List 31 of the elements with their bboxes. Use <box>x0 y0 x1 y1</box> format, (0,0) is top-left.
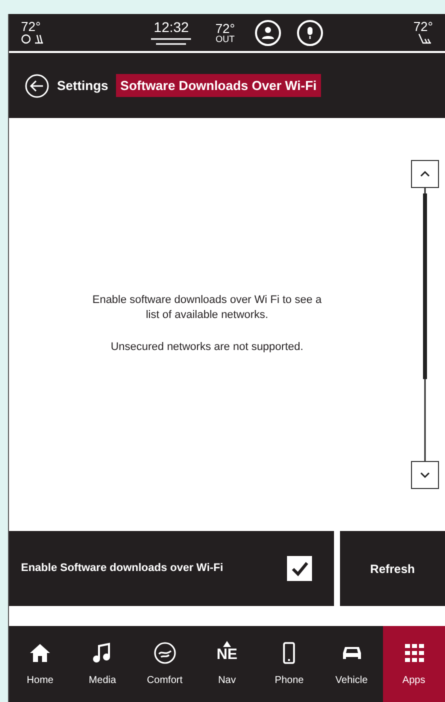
nav-tab[interactable]: Home <box>9 626 72 702</box>
scroll-down-button[interactable] <box>411 461 439 489</box>
back-button[interactable]: Settings <box>25 74 108 98</box>
clock-time: 12:32 <box>154 20 189 34</box>
nav-tab[interactable]: Phone <box>258 626 320 702</box>
passenger-temperature: 72° <box>413 20 433 33</box>
scrollbar-track[interactable] <box>421 188 429 461</box>
microphone-button[interactable] <box>297 20 323 46</box>
page-title: Software Downloads Over Wi-Fi <box>116 74 321 98</box>
outside-label: OUT <box>216 34 235 44</box>
seat-icon <box>417 33 433 45</box>
cabin-temperature: 72° <box>21 20 42 33</box>
nav-tab[interactable]: Media <box>71 626 134 702</box>
wifi-download-toggle[interactable]: Enable Software downloads over Wi-Fi <box>9 531 334 606</box>
compass-heading: NE <box>216 646 238 662</box>
checkbox[interactable] <box>287 556 312 581</box>
outside-temperature: 72° <box>215 22 235 34</box>
person-icon <box>261 26 275 40</box>
info-message: Enable software downloads over Wi Fi to see a list of available networks. <box>92 293 322 324</box>
nav-tab[interactable]: Comfort <box>134 626 196 702</box>
heated-seat-icon <box>21 33 45 45</box>
nav-tab[interactable]: NE Nav <box>196 626 258 702</box>
climate-icon <box>152 640 177 664</box>
profile-button[interactable] <box>255 20 281 46</box>
north-arrow-icon <box>222 640 231 646</box>
menu-lines-icon <box>151 38 192 46</box>
info-note: Unsecured networks are not supported. <box>110 340 304 356</box>
scroll-up-button[interactable] <box>411 160 439 188</box>
nav-tab[interactable]: Apps <box>382 626 445 702</box>
nav-tab[interactable]: Vehicle <box>320 626 383 702</box>
refresh-button[interactable]: Refresh <box>340 531 445 606</box>
